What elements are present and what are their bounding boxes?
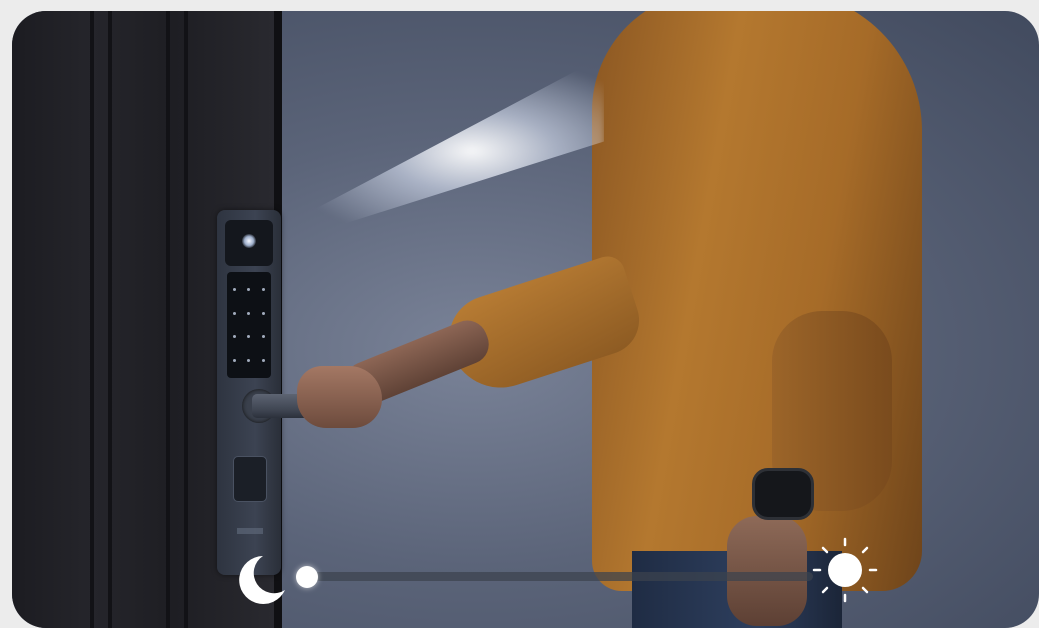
person-hand [297, 366, 382, 428]
keypad-key [247, 358, 251, 362]
keypad-key [232, 288, 236, 292]
keypad-key [232, 311, 236, 315]
door-groove [108, 11, 112, 628]
keypad-key [262, 311, 266, 315]
keypad-key [232, 358, 236, 362]
keypad-key [262, 335, 266, 339]
door-groove [90, 11, 94, 628]
keypad-key [247, 335, 251, 339]
day-night-slider-handle[interactable] [296, 566, 318, 588]
fingerprint-sensor [233, 456, 267, 502]
keypad-key [232, 335, 236, 339]
door-groove [166, 11, 170, 628]
light-beam [274, 56, 604, 246]
person-back-hand [727, 516, 807, 626]
keypad-key [262, 288, 266, 292]
day-night-slider-track[interactable] [308, 572, 813, 581]
wrist-watch [752, 468, 814, 520]
keypad-key [247, 288, 251, 292]
door-groove [184, 11, 188, 628]
keypad-key [262, 358, 266, 362]
hero-image [12, 11, 1039, 628]
sun-icon [812, 537, 878, 603]
lock-brand-logo [237, 528, 263, 534]
lock-keypad [227, 272, 271, 378]
keypad-key [247, 311, 251, 315]
moon-icon [239, 556, 285, 604]
lock-camera [225, 220, 273, 266]
